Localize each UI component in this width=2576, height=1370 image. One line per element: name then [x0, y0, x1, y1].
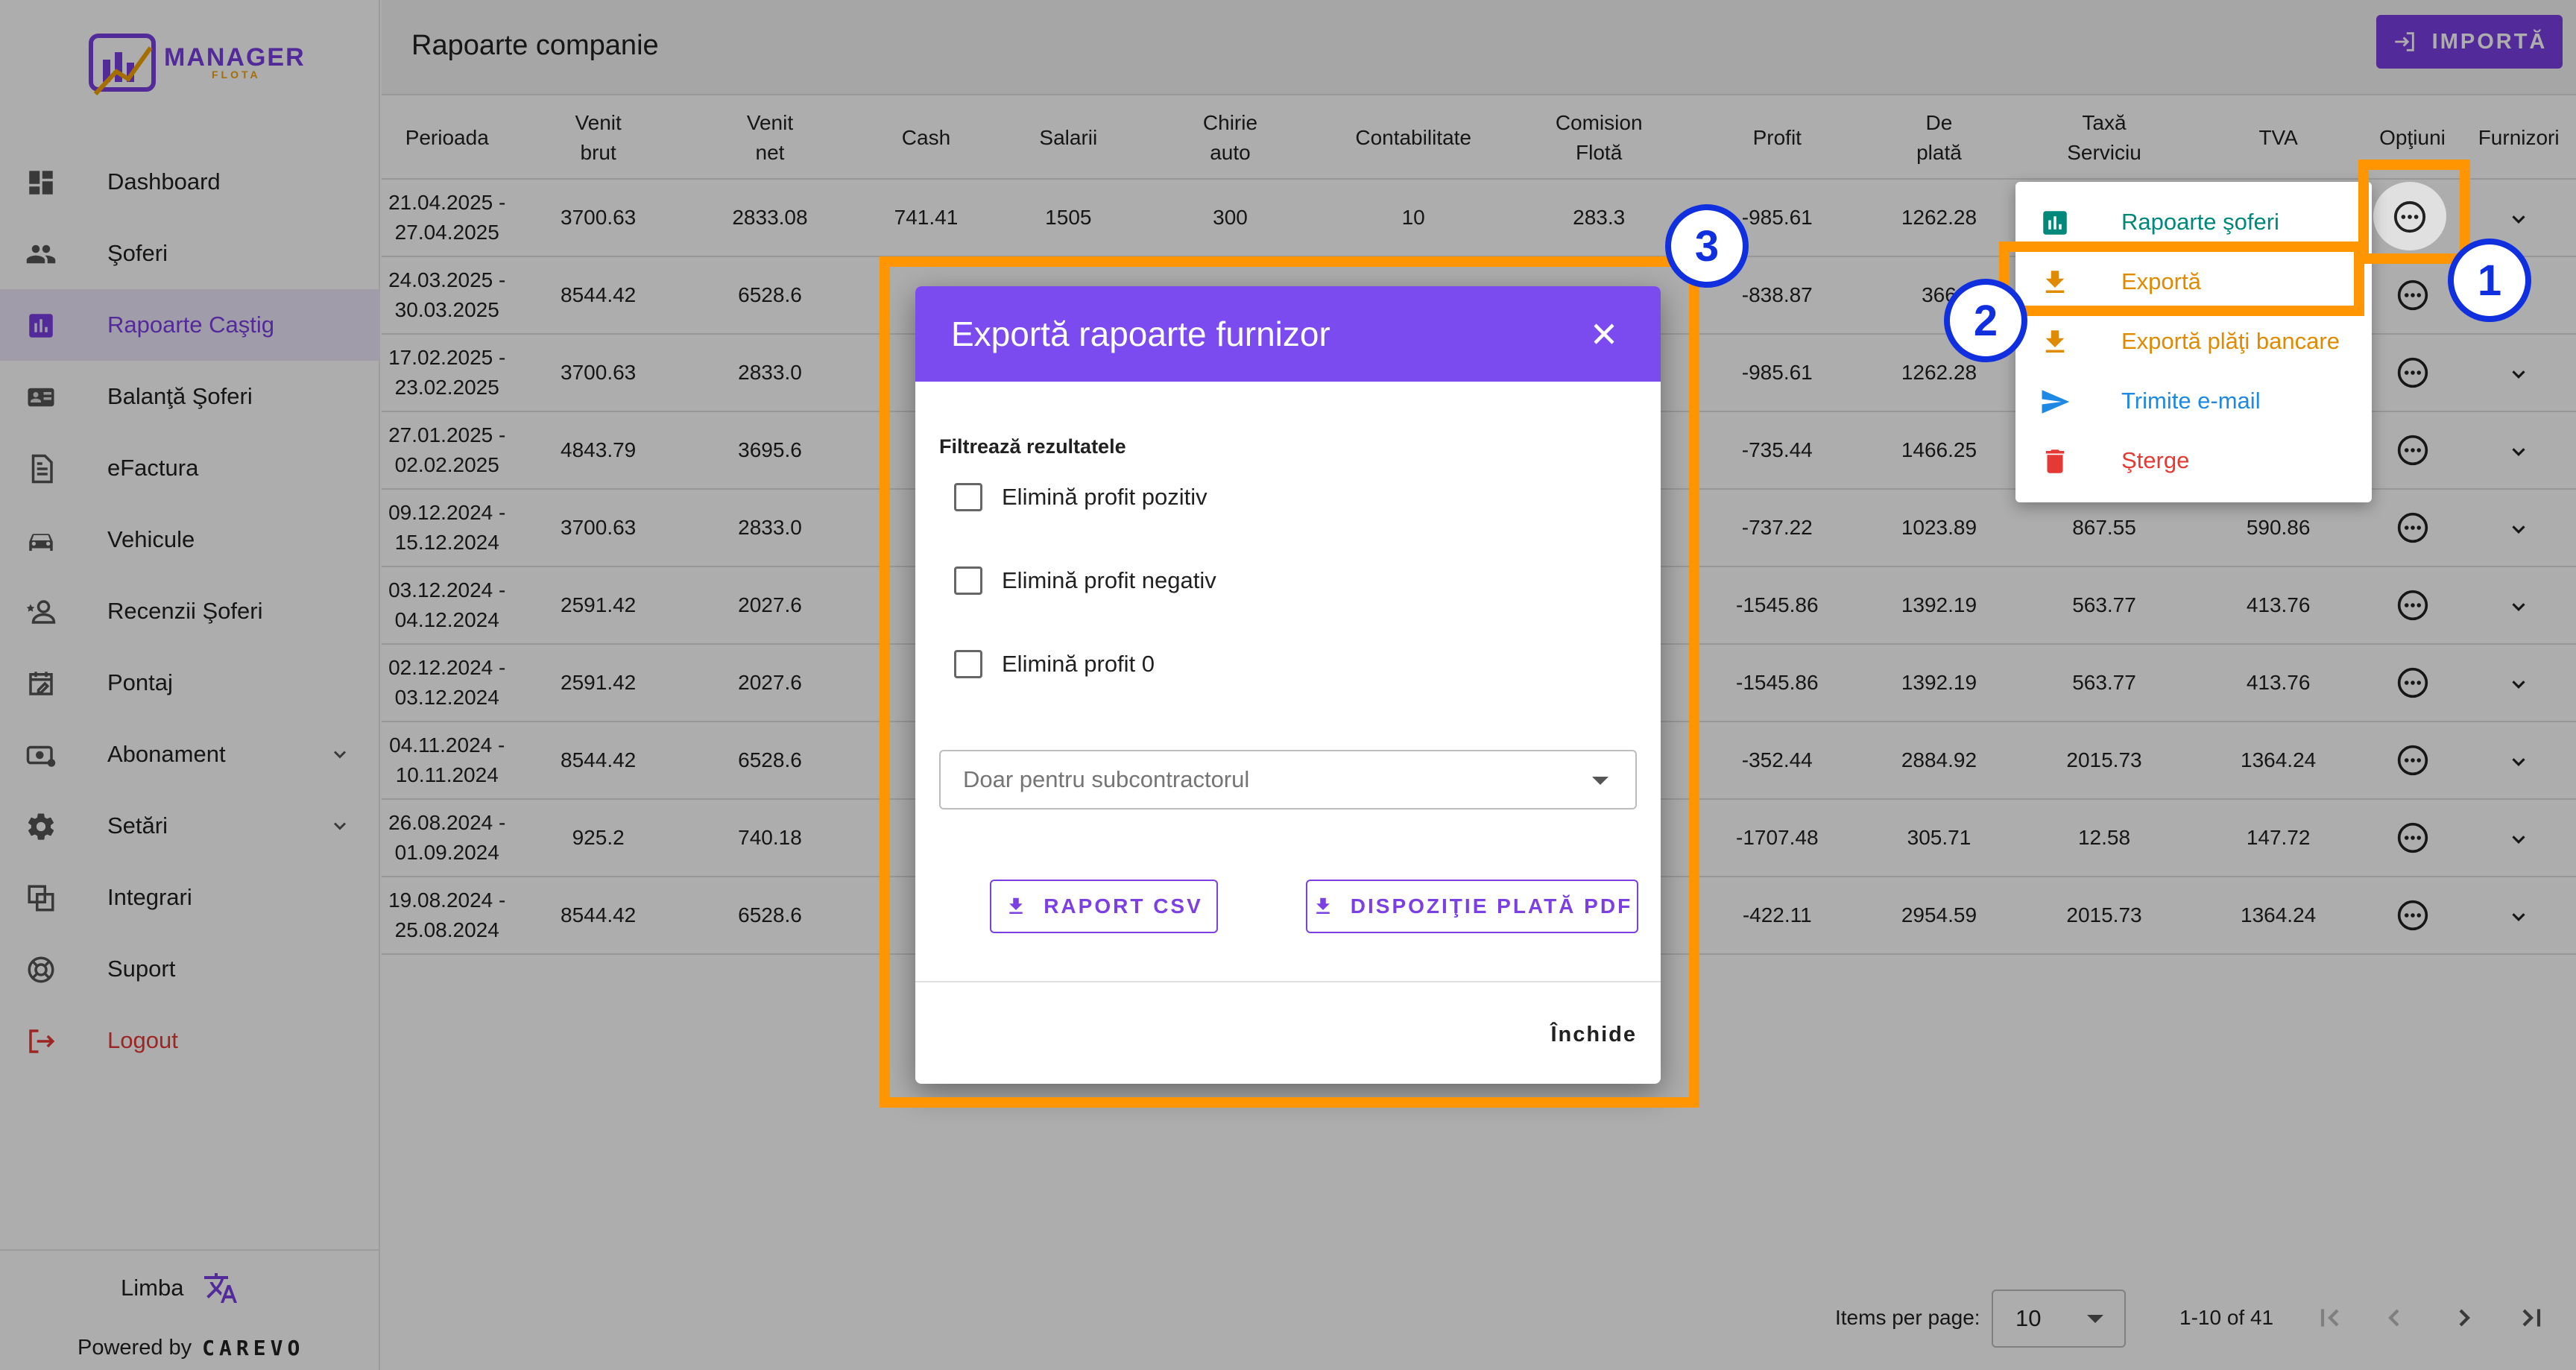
menu-item-sterge[interactable]: Şterge	[2015, 431, 2372, 490]
annotation-badge-2: 2	[1944, 279, 2027, 362]
options-menu: Rapoarte şoferi Exportă Exportă plăţi ba…	[2015, 182, 2372, 502]
annotation-box-options	[2358, 160, 2470, 264]
annotation-badge-3: 3	[1665, 204, 1749, 288]
trash-icon	[2045, 449, 2065, 473]
menu-item-trimite-email[interactable]: Trimite e-mail	[2015, 371, 2372, 431]
annotation-box-export	[1999, 242, 2364, 316]
annotation-box-dialog	[880, 256, 1699, 1108]
menu-item-label: Trimite e-mail	[2121, 388, 2261, 414]
menu-item-label: Şterge	[2121, 447, 2190, 473]
menu-item-label: Exportă plăţi bancare	[2121, 328, 2340, 354]
send-icon	[2042, 390, 2070, 414]
download-icon	[2045, 330, 2065, 353]
report-icon	[2043, 211, 2067, 235]
menu-item-label: Rapoarte şoferi	[2121, 209, 2279, 235]
annotation-badge-1: 1	[2448, 239, 2531, 322]
menu-item-exporta-plati-bancare[interactable]: Exportă plăţi bancare	[2015, 312, 2372, 371]
